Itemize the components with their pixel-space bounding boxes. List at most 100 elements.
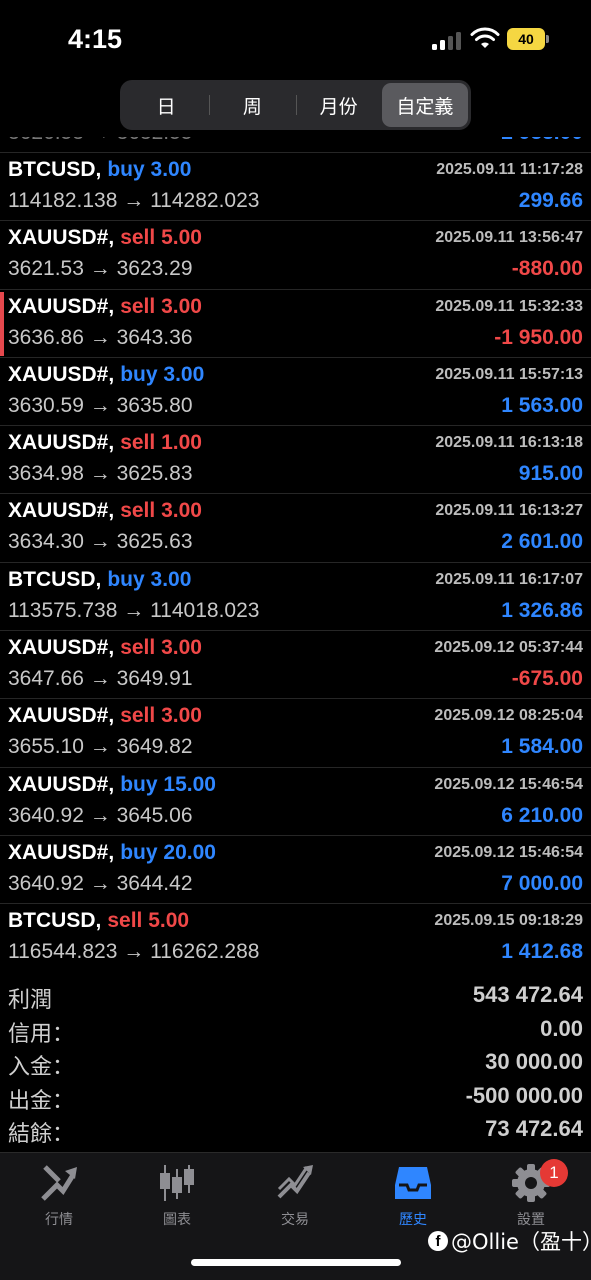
open-price: 3655.10 <box>8 735 84 759</box>
arrow-right-icon: → <box>83 257 117 281</box>
trade-prices: 116544.823 → 116262.288 <box>8 940 259 964</box>
period-selector[interactable]: 日 周 月份 自定義 <box>120 80 471 130</box>
trade-row[interactable]: XAUUSD#, buy 15.00 2025.09.12 15:46:54 3640… <box>0 768 591 836</box>
trade-date: 2025.09.11 11:17:28 <box>436 161 583 178</box>
trade-profit: -1 950.00 <box>494 325 583 349</box>
close-price: 3625.63 <box>116 530 193 554</box>
trade-date: 2025.09.11 16:13:18 <box>435 434 583 452</box>
side-label: sell <box>120 499 156 523</box>
trade-date: 2025.09.12 05:37:44 <box>434 639 583 657</box>
trade-row-partial[interactable]: 3626.53 → 3632.55 2 938.00 <box>0 137 591 153</box>
trade-symbol: BTCUSD, sell 5.00 <box>8 909 189 933</box>
period-tab-month[interactable]: 月份 <box>295 83 382 127</box>
trade-profit: 1 584.00 <box>501 735 583 759</box>
open-price: 3634.30 <box>8 530 84 554</box>
summary-withdrawal: 出金： -500 000.00 <box>0 1081 591 1115</box>
trade-row[interactable]: XAUUSD#, sell 3.00 2025.09.11 15:32:33 3636… <box>0 290 591 358</box>
arrow-right-icon: → <box>83 530 117 554</box>
trade-side: buy 15.00 <box>120 773 216 796</box>
volume-label: 15.00 <box>163 772 216 796</box>
open-price: 3647.66 <box>8 667 84 691</box>
home-indicator <box>191 1259 401 1266</box>
summary-label: 入金： <box>8 1055 75 1080</box>
close-price: 3649.91 <box>116 667 193 691</box>
trade-profit: 7 000.00 <box>501 871 583 895</box>
symbol-name: BTCUSD, <box>8 909 102 933</box>
close-price: 116262.288 <box>150 940 260 964</box>
selected-row-marker <box>0 291 4 356</box>
trade-profit: 2 601.00 <box>501 530 583 554</box>
trade-row[interactable]: XAUUSD#, buy 3.00 2025.09.11 15:57:13 3630.… <box>0 358 591 427</box>
trade-row[interactable]: XAUUSD#, sell 1.00 2025.09.11 16:13:18 3634… <box>0 426 591 495</box>
trade-side: buy 3.00 <box>120 363 204 386</box>
trade-prices: 3626.53 → 3632.55 <box>8 137 193 145</box>
trade-prices: 3647.66 → 3649.91 <box>8 667 193 691</box>
trade-prices: 3655.10 → 3649.82 <box>8 735 193 759</box>
close-price: 3644.42 <box>116 871 193 895</box>
tab-label: 行情 <box>45 1212 73 1228</box>
watermark: f @Ollie（盈十） <box>428 1226 591 1256</box>
tab-history[interactable]: 歷史 <box>363 1163 463 1233</box>
trade-row[interactable]: XAUUSD#, sell 3.00 2025.09.12 08:25:04 3655… <box>0 699 591 768</box>
tab-quotes[interactable]: 行情 <box>9 1163 109 1233</box>
trade-symbol: XAUUSD#, sell 3.00 <box>8 295 202 319</box>
trade-row[interactable]: XAUUSD#, sell 5.00 2025.09.11 13:56:47 3621… <box>0 221 591 290</box>
close-price: 3623.29 <box>116 257 193 281</box>
close-price: 3625.83 <box>116 462 193 486</box>
symbol-name: XAUUSD#, <box>8 636 115 660</box>
volume-label: 3.00 <box>150 567 192 591</box>
period-tab-custom[interactable]: 自定義 <box>381 83 468 127</box>
trade-side: buy 20.00 <box>120 841 216 864</box>
tab-trade[interactable]: 交易 <box>245 1163 345 1233</box>
trade-side: sell 1.00 <box>120 431 202 454</box>
trade-profit: 299.66 <box>518 189 583 212</box>
open-price: 3634.98 <box>8 462 84 486</box>
period-tab-week[interactable]: 周 <box>209 83 295 127</box>
trade-prices: 3634.30 → 3625.63 <box>8 530 193 554</box>
trade-side: sell 5.00 <box>120 226 202 249</box>
wifi-icon <box>470 27 500 48</box>
period-tab-day[interactable]: 日 <box>123 83 209 127</box>
trade-history-list[interactable]: 3626.53 → 3632.55 2 938.00 BTCUSD,buy 3.… <box>0 137 591 972</box>
facebook-icon: f <box>428 1231 448 1251</box>
close-price: 114018.023 <box>150 598 260 622</box>
volume-label: 3.00 <box>161 499 202 523</box>
trade-symbol: XAUUSD#, buy 15.00 <box>8 773 216 797</box>
trade-date: 2025.09.12 15:46:54 <box>434 775 583 793</box>
tab-charts[interactable]: 圖表 <box>127 1163 227 1233</box>
volume-label: 3.00 <box>161 294 202 318</box>
symbol-name: BTCUSD, <box>8 567 102 591</box>
symbol-name: BTCUSD, <box>8 158 102 181</box>
arrow-right-icon: → <box>83 667 117 691</box>
trade-row[interactable]: XAUUSD#, sell 3.00 2025.09.11 16:13:27 3634… <box>0 494 591 563</box>
trade-row[interactable]: XAUUSD#, sell 3.00 2025.09.12 05:37:44 3647… <box>0 631 591 700</box>
trade-side: buy 3.00 <box>107 158 191 181</box>
status-time: 4:15 <box>68 24 123 54</box>
trade-prices: 3621.53 → 3623.29 <box>8 257 193 281</box>
symbol-name: XAUUSD#, <box>8 772 115 796</box>
trade-profit: 915.00 <box>518 462 583 486</box>
trade-date: 2025.09.12 15:46:54 <box>434 843 583 861</box>
arrow-right-icon: → <box>83 735 117 759</box>
trade-symbol: BTCUSD, buy 3.00 <box>8 568 191 592</box>
volume-label: 1.00 <box>161 431 202 455</box>
trade-row[interactable]: BTCUSD, sell 5.00 2025.09.15 09:18:29 11654… <box>0 904 591 972</box>
trade-date: 2025.09.15 09:18:29 <box>434 912 583 930</box>
open-price: 113575.738 <box>8 598 118 622</box>
trade-date: 2025.09.11 13:56:47 <box>435 229 583 247</box>
trade-side: sell 3.00 <box>120 704 202 727</box>
trade-row[interactable]: XAUUSD#, buy 20.00 2025.09.12 15:46:54 3640… <box>0 836 591 905</box>
trade-side: sell 3.00 <box>120 636 202 659</box>
arrow-right-icon: → <box>83 393 117 417</box>
trade-row[interactable]: BTCUSD, buy 3.00 2025.09.11 16:17:07 113575… <box>0 563 591 632</box>
arrow-right-icon: → <box>83 325 117 349</box>
trade-symbol: XAUUSD#, sell 3.00 <box>8 704 202 728</box>
quotes-icon <box>41 1165 77 1201</box>
side-label: buy <box>120 840 158 864</box>
trade-profit: 1 326.86 <box>501 598 583 622</box>
side-label: buy <box>120 362 158 386</box>
settings-notification-badge: 1 <box>540 1159 568 1187</box>
symbol-name: XAUUSD#, <box>8 362 115 386</box>
trade-row[interactable]: BTCUSD, buy 3.00 2025.09.11 11:17:28 114182… <box>0 153 591 222</box>
status-bar: 4:15 40 <box>0 0 591 78</box>
